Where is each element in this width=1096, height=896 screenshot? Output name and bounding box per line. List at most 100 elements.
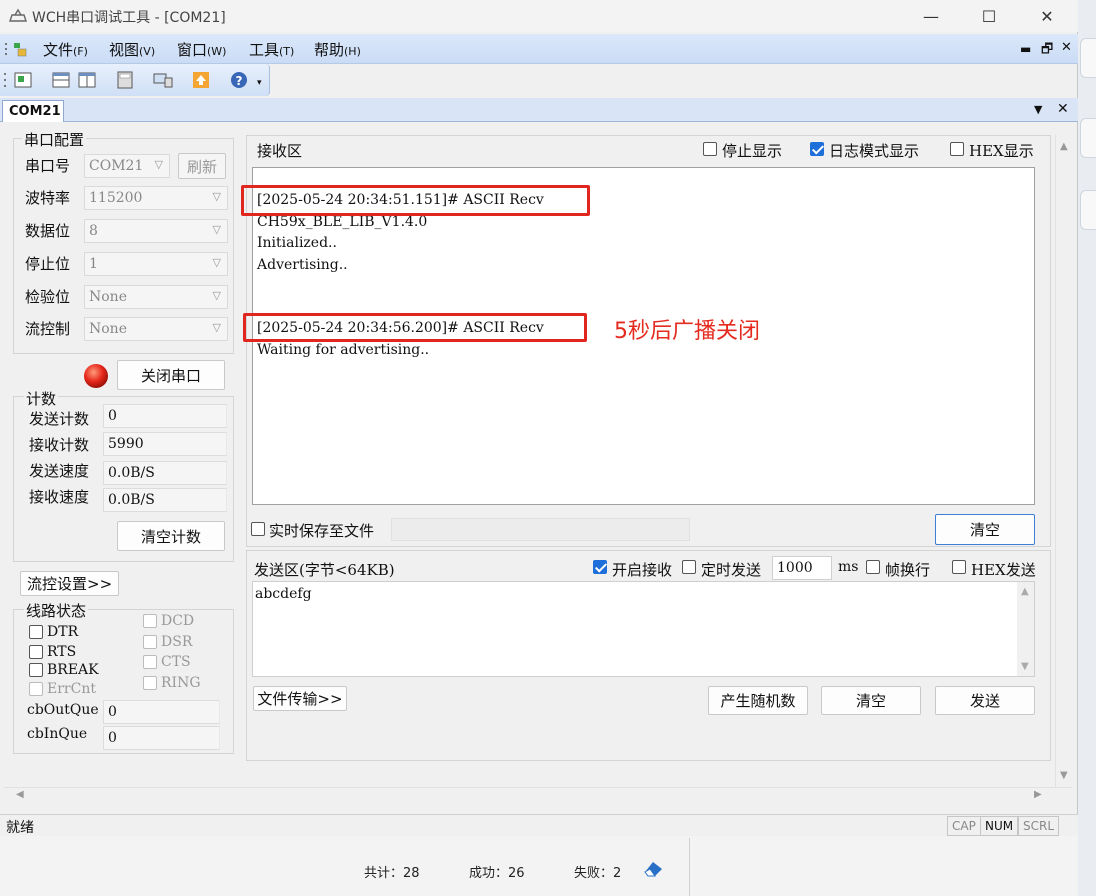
device-manager-icon[interactable] xyxy=(152,70,174,90)
tab-com21[interactable]: COM21 xyxy=(2,100,64,122)
scroll-down-icon[interactable]: ▼ xyxy=(1060,770,1068,781)
calculator-icon[interactable] xyxy=(114,70,136,90)
menu-view[interactable]: 视图(V) xyxy=(109,39,155,60)
split-vertical-icon[interactable] xyxy=(76,70,98,90)
recv-line: CH59x_BLE_LIB_V1.4.0 xyxy=(257,214,428,230)
scroll-left-icon[interactable]: ◀ xyxy=(16,789,24,800)
timed-send-checkbox[interactable] xyxy=(682,560,696,574)
toolbar: ? ▾ xyxy=(0,64,270,96)
send-text: abcdefg xyxy=(255,586,312,602)
scroll-up-icon[interactable]: ▲ xyxy=(1060,141,1068,152)
background-panel: 共计：28 成功：26 失败：2 xyxy=(0,838,690,896)
enable-recv-checkbox[interactable] xyxy=(593,560,607,574)
dcd-indicator xyxy=(143,614,157,628)
ring-indicator xyxy=(143,676,157,690)
interval-input[interactable]: 1000 xyxy=(772,556,832,580)
inque-label: cbInQue xyxy=(27,726,88,742)
menu-tools[interactable]: 工具(T) xyxy=(249,39,294,60)
split-horizontal-icon[interactable] xyxy=(50,70,72,90)
clear-receive-button[interactable]: 清空 xyxy=(935,514,1035,545)
maximize-button[interactable]: ☐ xyxy=(960,0,1018,32)
recv-line: Initialized.. xyxy=(257,235,337,251)
errcnt-checkbox xyxy=(29,682,43,696)
hex-display-checkbox[interactable] xyxy=(950,142,964,156)
upload-icon[interactable] xyxy=(190,70,212,90)
port-select[interactable]: COM21 ▽ xyxy=(84,154,170,178)
log-mode-checkbox[interactable] xyxy=(810,142,824,156)
hex-send-checkbox[interactable] xyxy=(952,560,966,574)
hex-display-label: HEX显示 xyxy=(969,142,1034,160)
clear-counters-button[interactable]: 清空计数 xyxy=(117,521,225,551)
line-state-title: 线路状态 xyxy=(24,600,89,621)
menu-window[interactable]: 窗口(W) xyxy=(177,39,226,60)
refresh-button[interactable]: 刷新 xyxy=(178,153,226,179)
new-window-icon[interactable] xyxy=(12,70,34,90)
scroll-right-icon[interactable]: ▶ xyxy=(1034,789,1042,800)
tab-list-dropdown-button[interactable]: ▼ xyxy=(1034,103,1042,116)
sent-count-value: 0 xyxy=(103,404,227,428)
recv-count-label: 接收计数 xyxy=(29,436,90,454)
mdi-minimize-button[interactable]: ▬ xyxy=(1020,42,1031,56)
timed-send-label: 定时发送 xyxy=(701,561,762,579)
window-title: WCH串口调试工具 - [COM21] xyxy=(32,10,226,26)
close-button[interactable]: ✕ xyxy=(1018,0,1076,32)
flow-settings-button[interactable]: 流控设置>> xyxy=(20,571,119,596)
frame-newline-checkbox[interactable] xyxy=(866,560,880,574)
serial-config-title: 串口配置 xyxy=(22,129,87,150)
file-transfer-button[interactable]: 文件传输>> xyxy=(253,686,347,711)
break-checkbox[interactable] xyxy=(29,663,43,677)
background-window-tab xyxy=(1080,38,1096,78)
send-title: 发送区(字节<64KB) xyxy=(254,561,395,579)
recv-line: Advertising.. xyxy=(257,257,348,273)
chevron-down-icon: ▽ xyxy=(154,158,163,171)
menu-file[interactable]: 文件(F) xyxy=(43,39,88,60)
close-port-button[interactable]: 关闭串口 xyxy=(117,360,225,390)
scroll-up-icon[interactable]: ▲ xyxy=(1021,586,1029,597)
scrl-indicator: SCRL xyxy=(1018,816,1060,836)
stop-display-checkbox[interactable] xyxy=(703,142,717,156)
dsr-indicator xyxy=(143,635,157,649)
send-textarea[interactable]: abcdefg ▲ ▼ xyxy=(252,581,1035,677)
highlight-box xyxy=(243,313,587,342)
baud-select[interactable]: 115200 ▽ xyxy=(84,186,228,210)
baud-label: 波特率 xyxy=(25,189,71,207)
client-horizontal-scrollbar[interactable]: ◀ ▶ xyxy=(4,787,1072,804)
interval-unit: ms xyxy=(838,559,859,575)
status-bar: 就绪 xyxy=(0,814,1078,836)
client-vertical-scrollbar[interactable]: ▲ ▼ xyxy=(1055,135,1072,787)
save-file-path-input[interactable] xyxy=(391,518,690,541)
stopbits-select[interactable]: 1 ▽ xyxy=(84,252,228,276)
mdi-restore-button[interactable]: 🗗 xyxy=(1041,40,1053,62)
random-number-button[interactable]: 产生随机数 xyxy=(708,686,808,715)
port-label: 串口号 xyxy=(25,157,71,175)
total-count: 共计：28 xyxy=(364,866,420,881)
rts-checkbox[interactable] xyxy=(29,645,43,659)
eraser-icon[interactable] xyxy=(642,858,666,878)
log-mode-label: 日志模式显示 xyxy=(829,142,920,160)
minimize-button[interactable]: — xyxy=(902,0,960,32)
send-scrollbar[interactable]: ▲ ▼ xyxy=(1017,582,1034,676)
toolbar-overflow-icon[interactable]: ▾ xyxy=(257,78,262,88)
save-to-file-checkbox[interactable] xyxy=(251,522,265,536)
errcnt-label: ErrCnt xyxy=(47,681,96,697)
stopbits-label: 停止位 xyxy=(25,255,71,273)
parity-label: 检验位 xyxy=(25,288,71,306)
menu-help[interactable]: 帮助(H) xyxy=(314,39,361,60)
tab-close-button[interactable]: ✕ xyxy=(1057,101,1069,117)
flow-select[interactable]: None ▽ xyxy=(84,317,228,341)
mdi-close-button[interactable]: ✕ xyxy=(1061,40,1072,55)
break-label: BREAK xyxy=(47,662,99,678)
send-button[interactable]: 发送 xyxy=(935,686,1035,715)
parity-select[interactable]: None ▽ xyxy=(84,285,228,309)
document-tab-strip xyxy=(0,98,1078,122)
databits-select[interactable]: 8 ▽ xyxy=(84,219,228,243)
annotation-text: 5秒后广播关闭 xyxy=(614,319,760,344)
scroll-down-icon[interactable]: ▼ xyxy=(1021,661,1029,672)
main-window: WCH串口调试工具 - [COM21] — ☐ ✕ 文件(F) 视图(V) 窗口… xyxy=(0,0,1078,836)
svg-text:?: ? xyxy=(236,74,243,88)
dtr-checkbox[interactable] xyxy=(29,625,43,639)
help-icon[interactable]: ? xyxy=(228,70,250,90)
chevron-down-icon: ▽ xyxy=(212,289,221,302)
sent-count-label: 发送计数 xyxy=(29,410,90,428)
clear-send-button[interactable]: 清空 xyxy=(821,686,921,715)
